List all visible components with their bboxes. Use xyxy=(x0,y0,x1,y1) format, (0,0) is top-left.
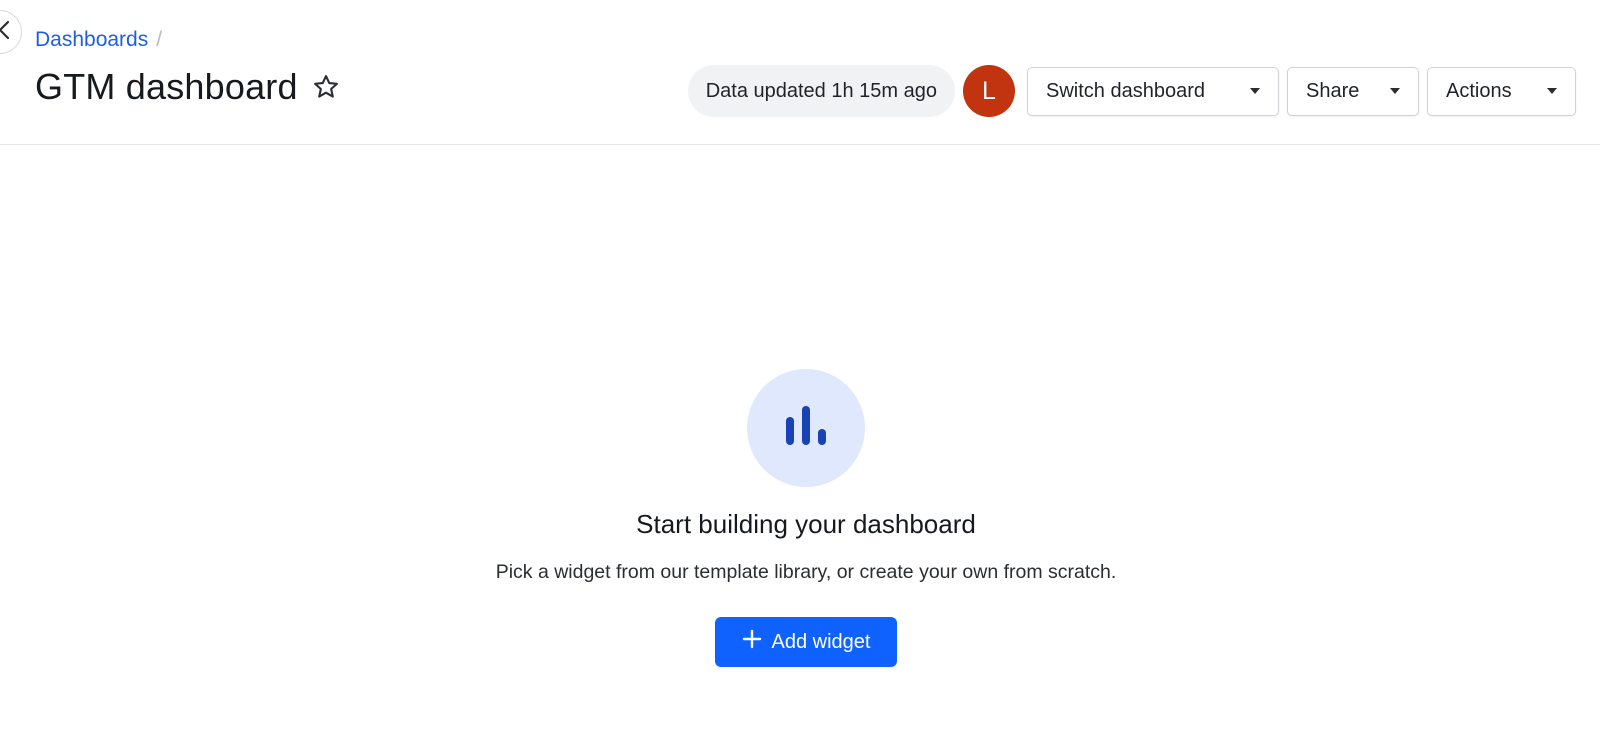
back-button[interactable] xyxy=(0,10,22,54)
plus-icon xyxy=(742,629,762,655)
caret-down-icon xyxy=(1390,88,1400,94)
bar-chart-icon xyxy=(784,405,828,452)
header-toolbar: Data updated 1h 15m ago L Switch dashboa… xyxy=(687,65,1576,117)
breadcrumb: Dashboards / xyxy=(35,28,162,52)
actions-button[interactable]: Actions xyxy=(1427,66,1576,116)
breadcrumb-dashboards-link[interactable]: Dashboards xyxy=(35,28,148,52)
switch-dashboard-label: Switch dashboard xyxy=(1046,79,1205,102)
page-header: Dashboards / GTM dashboard Data updated … xyxy=(0,0,1600,145)
empty-state-illustration xyxy=(747,369,865,487)
breadcrumb-separator: / xyxy=(156,28,163,51)
empty-state: Start building your dashboard Pick a wid… xyxy=(0,145,1600,749)
share-label: Share xyxy=(1306,79,1360,102)
add-widget-button[interactable]: Add widget xyxy=(715,617,897,667)
caret-down-icon xyxy=(1547,88,1557,94)
title-row: GTM dashboard xyxy=(35,66,340,108)
avatar[interactable]: L xyxy=(963,65,1015,117)
actions-label: Actions xyxy=(1446,79,1512,102)
switch-dashboard-button[interactable]: Switch dashboard xyxy=(1027,66,1279,116)
star-icon[interactable] xyxy=(312,73,340,101)
caret-down-icon xyxy=(1250,88,1260,94)
page-title: GTM dashboard xyxy=(35,66,298,107)
chevron-left-icon xyxy=(0,20,11,45)
share-button[interactable]: Share xyxy=(1287,66,1419,116)
data-updated-badge: Data updated 1h 15m ago xyxy=(687,65,955,117)
empty-state-description: Pick a widget from our template library,… xyxy=(495,561,1117,583)
add-widget-label: Add widget xyxy=(771,630,871,653)
empty-state-title: Start building your dashboard xyxy=(636,509,976,539)
